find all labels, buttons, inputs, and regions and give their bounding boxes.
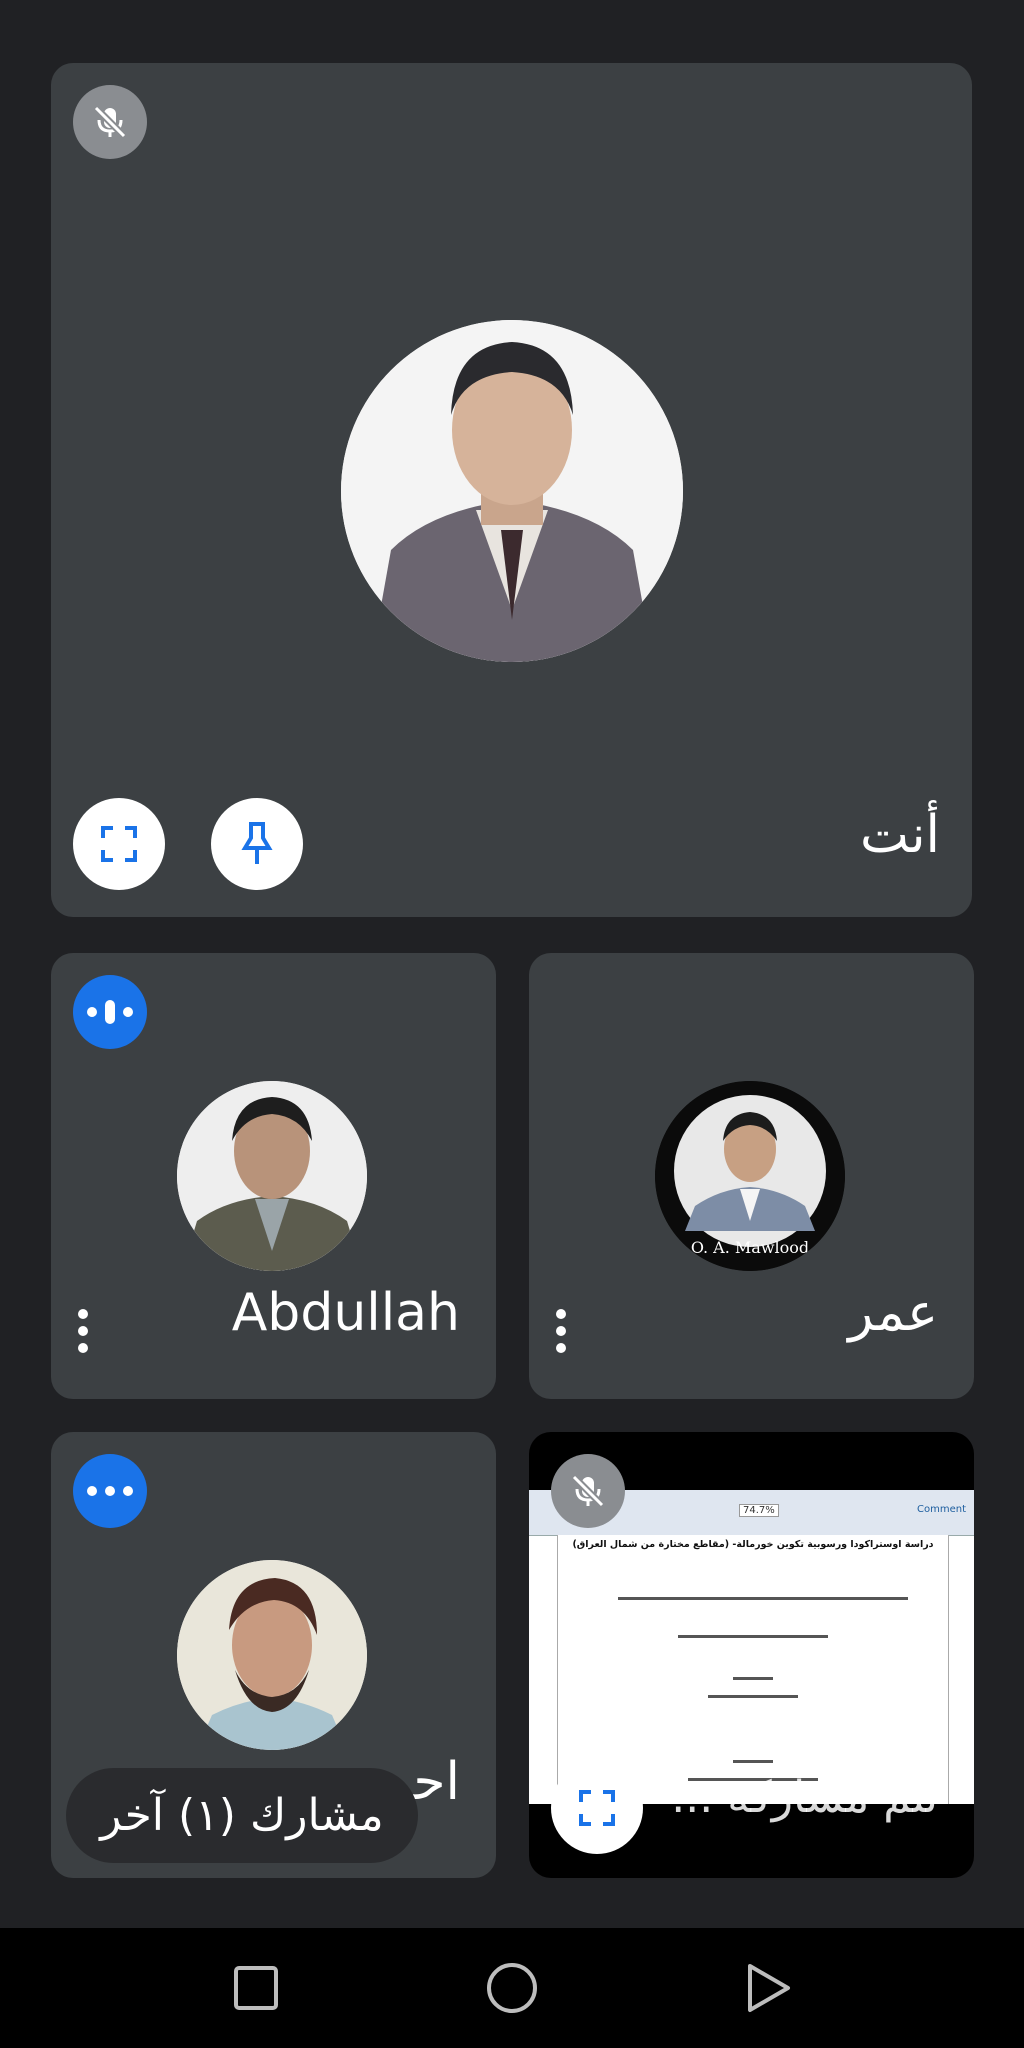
home-icon[interactable] (482, 1958, 542, 2018)
pin-icon (241, 822, 273, 864)
document-title: دراسة اوستراكودا ورسوبية تكوين خورمالة- … (572, 1539, 934, 1550)
participant-name: أنت (860, 805, 940, 865)
recents-icon[interactable] (226, 1958, 286, 2018)
pin-button[interactable] (211, 798, 303, 890)
participant-name: Abdullah (231, 1283, 460, 1343)
shared-screen-preview: 74.7% Comment دراسة اوستراكودا ورسوبية ت… (529, 1490, 974, 1804)
system-nav-bar (0, 1928, 1024, 2048)
fullscreen-button[interactable] (73, 798, 165, 890)
more-options-icon[interactable] (551, 1309, 571, 1361)
more-options-icon[interactable] (73, 1309, 93, 1361)
participant-name: عمر (848, 1283, 938, 1343)
speaking-icon (73, 975, 147, 1049)
document-page: دراسة اوستراكودا ورسوبية تكوين خورمالة- … (557, 1535, 949, 1804)
avatar-caption: O. A. Mawlood (691, 1238, 809, 1257)
screen-share-label: تتم مشاركة ... (671, 1772, 938, 1823)
fullscreen-button[interactable] (551, 1762, 643, 1854)
avatar (341, 320, 683, 662)
screen-share-tile[interactable]: 74.7% Comment دراسة اوستراكودا ورسوبية ت… (529, 1432, 974, 1878)
participant-tile-omar[interactable]: O. A. Mawlood عمر (529, 953, 974, 1399)
mic-off-icon (551, 1454, 625, 1528)
avatar (177, 1081, 367, 1271)
avatar: O. A. Mawlood (655, 1081, 845, 1271)
fullscreen-icon (579, 1790, 615, 1826)
avatar (177, 1560, 367, 1750)
speaking-icon (73, 1454, 147, 1528)
fullscreen-icon (101, 826, 137, 862)
participant-tile-abdullah[interactable]: Abdullah (51, 953, 496, 1399)
other-participants-chip[interactable]: مشارك (١) آخر (66, 1768, 418, 1863)
mic-off-icon (73, 85, 147, 159)
comment-button: Comment (917, 1504, 966, 1515)
main-participant-tile[interactable]: أنت (51, 63, 972, 917)
zoom-level: 74.7% (739, 1504, 779, 1517)
back-icon[interactable] (738, 1958, 798, 2018)
